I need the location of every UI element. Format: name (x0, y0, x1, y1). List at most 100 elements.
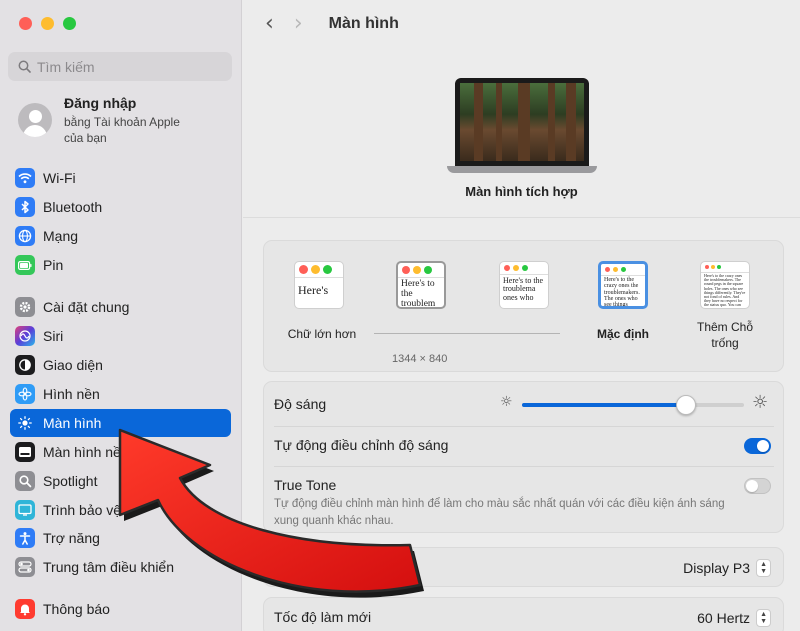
resolution-card: Here's Here's to the troublem Here's to … (263, 240, 784, 372)
sidebar-item-accessibility[interactable]: Trợ năng (10, 524, 231, 552)
resolution-label-default: Mặc định (596, 327, 649, 341)
refresh-rate-select[interactable]: 60 Hertz ▲ ▼ (697, 609, 771, 627)
minimize-button[interactable] (41, 17, 54, 30)
chevron-updown-icon: ▲ ▼ (756, 559, 771, 577)
resolution-option-more-space[interactable]: Here's to the crazy ones the troublemake… (700, 261, 750, 309)
gear-icon (15, 297, 35, 317)
brightness-slider[interactable] (522, 395, 744, 415)
window-controls (19, 17, 76, 30)
wifi-icon (15, 168, 35, 188)
sidebar-item-appearance[interactable]: Giao diện (10, 351, 231, 379)
sidebar-item-label: Giao diện (43, 357, 103, 373)
sidebar-item-notifications[interactable]: Thông báo (10, 595, 231, 623)
sidebar-item-bluetooth[interactable]: Bluetooth (10, 193, 231, 221)
resolution-size: 1344 × 840 (392, 353, 448, 365)
true-tone-toggle[interactable] (744, 478, 771, 494)
sidebar-item-label: Pin (43, 257, 64, 273)
bluetooth-icon (15, 197, 35, 217)
resolution-label-more-space: Thêm Chỗ trống (696, 320, 754, 350)
resolution-sample: Here's to the crazy ones the troublemake… (601, 275, 645, 306)
color-profile-value: Display P3 (683, 560, 751, 576)
color-profile-select[interactable]: Display P3 ▲ ▼ (683, 559, 771, 577)
resolution-option-2[interactable]: Here's to the troublem (396, 261, 446, 309)
control-center-icon (15, 557, 35, 577)
main-panel: ‹ › Màn hình Màn hình tích hợp Here's He… (243, 0, 800, 631)
sidebar-item-siri[interactable]: Siri (10, 322, 231, 350)
sidebar-item-spotlight[interactable]: Spotlight (10, 467, 231, 495)
resolution-option-default[interactable]: Here's to the crazy ones the troublemake… (598, 261, 648, 309)
brightness-label: Độ sáng (274, 396, 327, 412)
toolbar: ‹ › Màn hình (243, 0, 800, 48)
sidebar-item-label: Màn hình nề (43, 444, 121, 460)
sidebar-item-general[interactable]: Cài đặt chung (10, 293, 231, 321)
sidebar-item-label: Màn hình (43, 415, 102, 431)
auto-brightness-label: Tự động điều chỉnh độ sáng (274, 437, 449, 453)
search-icon (18, 60, 31, 73)
refresh-rate-card: Tốc độ làm mới 60 Hertz ▲ ▼ (263, 597, 784, 631)
sidebar-item-lock-screen[interactable]: Màn hình nề (10, 438, 231, 466)
refresh-rate-value: 60 Hertz (697, 610, 751, 626)
bell-icon (15, 599, 35, 619)
accessibility-icon (15, 528, 35, 548)
battery-icon (15, 255, 35, 275)
brightness-slider-fill (522, 403, 687, 407)
sidebar-item-label: Wi-Fi (43, 170, 76, 186)
forward-button[interactable]: › (294, 13, 303, 35)
sidebar-item-label: Spotlight (43, 473, 98, 489)
display-preview: Màn hình tích hợp (243, 48, 800, 218)
screensaver-icon (15, 442, 35, 462)
chevron-updown-icon: ▲ ▼ (756, 609, 771, 627)
resolution-option-3[interactable]: Here's to the troublema ones who (499, 261, 549, 309)
resolution-option-larger-text[interactable]: Here's (294, 261, 344, 309)
sidebar-item-label: Hình nền (43, 386, 100, 402)
apple-account-signin[interactable]: Đăng nhập bằng Tài khoản Apple của bạn (18, 95, 194, 146)
zoom-button[interactable] (63, 17, 76, 30)
close-button[interactable] (19, 17, 32, 30)
account-title: Đăng nhập (64, 95, 137, 111)
sidebar-item-label: Bluetooth (43, 199, 103, 215)
resolution-sample: Here's to the troublema ones who (500, 274, 548, 302)
globe-icon (15, 226, 35, 246)
resolution-sample: Here's to the troublem (398, 277, 444, 307)
sidebar-item-label: Trình bảo vệ m (43, 502, 137, 518)
brightness-slider-knob[interactable] (676, 395, 697, 415)
sun-large-icon: ☼ (752, 392, 769, 413)
resolution-sample: Here's to the crazy ones the troublemake… (701, 272, 749, 308)
sidebar-item-label: Siri (43, 328, 64, 344)
sidebar-item-wifi[interactable]: Wi-Fi (10, 164, 231, 192)
brightness-card: Độ sáng ☼ ☼ Tự động điều chỉnh độ sáng T… (263, 381, 784, 533)
refresh-rate-label: Tốc độ làm mới (274, 609, 372, 625)
sidebar-item-screen-saver[interactable]: Trình bảo vệ m (10, 496, 231, 524)
sidebar-item-label: Trung tâm điều khiển (43, 559, 174, 575)
sidebar-item-wallpaper[interactable]: Hình nền (10, 380, 231, 408)
sidebar-item-label: Mạng (43, 228, 79, 244)
back-button[interactable]: ‹ (265, 13, 274, 35)
sidebar-item-label: Trợ năng (43, 530, 100, 546)
sidebar-item-label: Thông báo (43, 601, 110, 617)
sidebar-item-displays[interactable]: Màn hình (10, 409, 231, 437)
search-input[interactable] (37, 58, 217, 75)
display-name: Màn hình tích hợp (465, 184, 578, 199)
color-profile-card: Display P3 ▲ ▼ (263, 547, 784, 587)
sidebar-item-label: Cài đặt chung (43, 299, 130, 315)
true-tone-label: True Tone (274, 477, 337, 493)
sidebar-item-network[interactable]: Mạng (10, 222, 231, 250)
sun-icon (15, 413, 35, 433)
appearance-icon (15, 355, 35, 375)
laptop-image[interactable] (447, 78, 597, 173)
page-title: Màn hình (328, 15, 399, 32)
sidebar-item-control-center[interactable]: Trung tâm điều khiển (10, 553, 231, 581)
avatar (18, 103, 52, 137)
auto-brightness-toggle[interactable] (744, 438, 771, 454)
magnifier-icon (15, 471, 35, 491)
resolution-sample: Here's (295, 277, 343, 297)
account-subtitle: bằng Tài khoản Apple của bạn (64, 115, 180, 145)
sidebar-item-battery[interactable]: Pin (10, 251, 231, 279)
flower-icon (15, 384, 35, 404)
sidebar: Đăng nhập bằng Tài khoản Apple của bạn W… (0, 0, 242, 631)
resolution-divider (374, 333, 560, 334)
sun-small-icon: ☼ (500, 394, 513, 410)
search-field[interactable] (8, 52, 232, 81)
siri-icon (15, 326, 35, 346)
screen-saver-icon (15, 500, 35, 520)
